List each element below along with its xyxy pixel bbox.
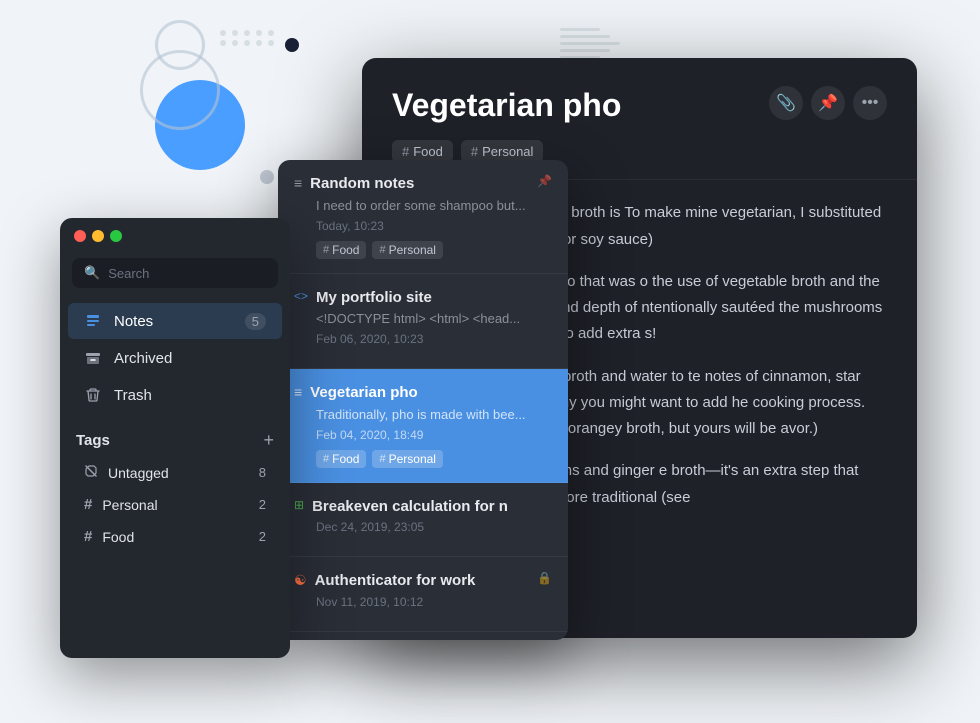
tag-chip-label: Food (332, 452, 359, 466)
note-type-icon: ≡ (294, 175, 302, 191)
note-item-header: <> My portfolio site (294, 288, 552, 308)
tag-chip-label: Personal (389, 452, 436, 466)
sidebar-notes-label: Notes (114, 313, 233, 330)
pin-button[interactable]: 📌 (811, 86, 845, 120)
sidebar-tag-food-count: 2 (259, 529, 266, 544)
sidebar-item-notes[interactable]: Notes 5 (68, 303, 282, 339)
note-title: Authenticator for work (315, 571, 525, 591)
note-tags: # Food # Personal (316, 450, 552, 468)
note-preview: I need to order some shampoo but... (316, 198, 552, 213)
decor-circle-blue (155, 80, 245, 170)
note-date: Dec 24, 2019, 23:05 (316, 520, 552, 534)
note-item-header: ≡ Random notes 📌 (294, 174, 552, 194)
more-button[interactable]: ••• (853, 86, 887, 120)
note-date: Nov 11, 2019, 10:12 (316, 595, 552, 609)
pin-icon: 📌 (537, 174, 552, 188)
lock-icon: 🔒 (537, 571, 552, 585)
detail-tag-food-label: Food (413, 144, 443, 159)
tag-hash-icon: # (84, 496, 92, 513)
search-placeholder: Search (108, 266, 149, 281)
sidebar-tag-food[interactable]: # Food 2 (76, 521, 274, 552)
note-preview: Traditionally, pho is made with bee... (316, 407, 552, 422)
sidebar-item-archived[interactable]: Archived (68, 340, 282, 376)
note-item-random-notes[interactable]: ≡ Random notes 📌 I need to order some sh… (278, 160, 568, 274)
tag-hash-icon: # (323, 244, 329, 256)
tag-hash-icon: # (402, 144, 409, 159)
search-icon: 🔍 (84, 265, 100, 281)
detail-actions: 📎 📌 ••• (769, 86, 887, 120)
note-date: Today, 10:23 (316, 219, 552, 233)
decor-dots-top (220, 30, 276, 46)
sidebar-item-trash[interactable]: Trash (68, 377, 282, 413)
decor-dot-gray (260, 170, 274, 184)
note-title: Breakeven calculation for n (312, 497, 552, 517)
sidebar-tag-untagged[interactable]: Untagged 8 (76, 457, 274, 488)
notes-list-panel: ≡ Random notes 📌 I need to order some sh… (278, 160, 568, 640)
tag-chip-label: Personal (389, 243, 436, 257)
detail-title: Vegetarian pho (392, 86, 621, 124)
note-type-icon: ☯ (294, 572, 307, 589)
detail-tag-personal-label: Personal (482, 144, 533, 159)
sidebar-tag-untagged-label: Untagged (108, 465, 249, 481)
tag-chip-food: # Food (316, 450, 366, 468)
note-type-icon: <> (294, 289, 308, 303)
decor-dot-dark-1 (285, 38, 299, 52)
tag-hash-icon: # (323, 453, 329, 465)
sidebar-nav: Notes 5 Archived Trash (60, 298, 290, 418)
tag-hash-icon: # (379, 244, 385, 256)
note-date: Feb 06, 2020, 10:23 (316, 332, 552, 346)
sidebar-panel: 🔍 Search Notes 5 (60, 218, 290, 658)
tags-section: Tags + Untagged 8 # Personal 2 # Food 2 (60, 418, 290, 559)
minimize-button[interactable] (92, 230, 104, 242)
sidebar-titlebar (60, 218, 290, 254)
close-button[interactable] (74, 230, 86, 242)
tag-chip-personal: # Personal (372, 450, 443, 468)
archived-icon (84, 349, 102, 367)
trash-icon (84, 386, 102, 404)
sidebar-tag-untagged-count: 8 (259, 465, 266, 480)
tag-chip-food: # Food (316, 241, 366, 259)
sidebar-notes-count: 5 (245, 313, 266, 330)
decor-ring-2 (155, 20, 205, 70)
sidebar-tag-personal-count: 2 (259, 497, 266, 512)
attach-button[interactable]: 📎 (769, 86, 803, 120)
detail-title-row: Vegetarian pho 📎 📌 ••• (392, 86, 887, 124)
note-item-breakeven[interactable]: ⊞ Breakeven calculation for n Dec 24, 20… (278, 483, 568, 558)
sidebar-archived-label: Archived (114, 350, 266, 367)
note-item-header: ⊞ Breakeven calculation for n (294, 497, 552, 517)
note-title: Random notes (310, 174, 529, 194)
tags-header: Tags + (76, 430, 274, 451)
note-date: Feb 04, 2020, 18:49 (316, 428, 552, 442)
note-title: My portfolio site (316, 288, 552, 308)
sidebar-search[interactable]: 🔍 Search (72, 258, 278, 288)
maximize-button[interactable] (110, 230, 122, 242)
add-tag-button[interactable]: + (263, 430, 274, 451)
tags-title: Tags (76, 432, 110, 449)
tag-hash-icon-2: # (84, 528, 92, 545)
sidebar-tag-personal[interactable]: # Personal 2 (76, 489, 274, 520)
untagged-icon (84, 464, 98, 481)
note-item-authenticator[interactable]: ☯ Authenticator for work 🔒 Nov 11, 2019,… (278, 557, 568, 632)
note-type-icon: ⊞ (294, 498, 304, 512)
notes-icon (84, 312, 102, 330)
sidebar-tag-food-label: Food (102, 529, 248, 545)
tag-hash-icon: # (379, 453, 385, 465)
note-preview: <!DOCTYPE html> <html> <head... (316, 311, 552, 326)
sidebar-trash-label: Trash (114, 387, 266, 404)
note-item-vegetarian-pho[interactable]: ≡ Vegetarian pho Traditionally, pho is m… (278, 369, 568, 483)
note-item-header: ☯ Authenticator for work 🔒 (294, 571, 552, 591)
note-title: Vegetarian pho (310, 383, 552, 403)
tag-chip-personal: # Personal (372, 241, 443, 259)
note-item-header: ≡ Vegetarian pho (294, 383, 552, 403)
decor-ring-1 (140, 50, 220, 130)
sidebar-tag-personal-label: Personal (102, 497, 248, 513)
note-tags: # Food # Personal (316, 241, 552, 259)
tag-hash-icon-2: # (471, 144, 478, 159)
note-item-portfolio[interactable]: <> My portfolio site <!DOCTYPE html> <ht… (278, 274, 568, 370)
tag-chip-label: Food (332, 243, 359, 257)
note-type-icon: ≡ (294, 384, 302, 400)
